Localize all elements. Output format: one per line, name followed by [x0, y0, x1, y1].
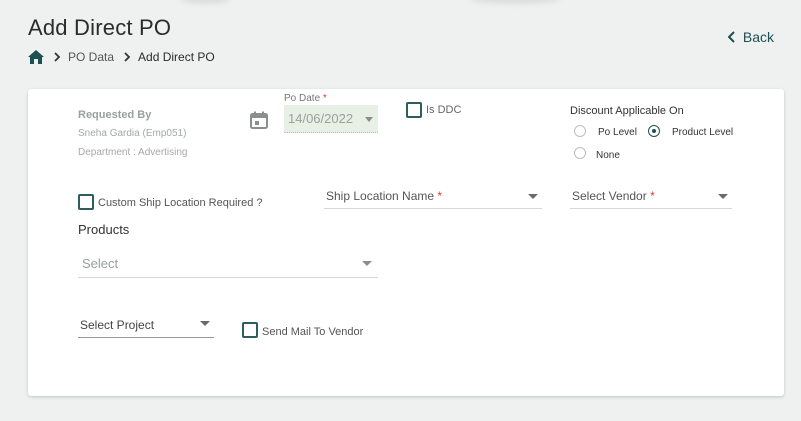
required-mark: *	[650, 189, 655, 203]
custom-ship-location-checkbox[interactable]	[78, 194, 94, 210]
send-mail-checkbox[interactable]	[242, 322, 258, 338]
products-select[interactable]: Select	[78, 249, 378, 278]
po-date-label: Po Date *	[284, 93, 327, 104]
vendor-label: Select Vendor *	[572, 189, 655, 203]
radio-po-level-label: Po Level	[598, 127, 637, 138]
radio-product-level-label: Product Level	[672, 127, 734, 138]
top-shadow-decoration	[470, 0, 560, 4]
is-ddc-checkbox[interactable]	[406, 102, 422, 118]
ship-location-label: Ship Location Name *	[326, 189, 442, 203]
ship-location-label-text: Ship Location Name	[326, 189, 435, 203]
project-label: Select Project	[80, 318, 155, 332]
caret-down-icon	[718, 194, 728, 199]
caret-down-icon	[528, 194, 538, 199]
po-date-label-text: Po Date	[284, 93, 321, 104]
is-ddc-label: Is DDC	[426, 104, 462, 116]
caret-down-icon	[365, 117, 373, 122]
top-shadow-decoration	[180, 0, 230, 4]
caret-down-icon	[200, 321, 210, 326]
required-mark: *	[437, 189, 443, 203]
po-date-field[interactable]: 14/06/2022	[284, 105, 378, 133]
send-mail-label: Send Mail To Vendor	[262, 326, 364, 338]
radio-none-label: None	[596, 150, 620, 161]
chevron-right-icon	[124, 52, 131, 62]
products-placeholder: Select	[82, 256, 119, 271]
products-title: Products	[78, 222, 130, 237]
custom-ship-location-label: Custom Ship Location Required ?	[98, 197, 263, 209]
radio-product-level[interactable]	[648, 125, 660, 137]
required-mark: *	[322, 93, 327, 104]
vendor-select[interactable]: Select Vendor *	[570, 185, 732, 209]
home-icon[interactable]	[28, 50, 44, 64]
vendor-label-text: Select Vendor	[572, 189, 647, 203]
po-form-card: Requested By Sneha Gardia (Emp051) Depar…	[28, 89, 784, 396]
requested-by-department: Department : Advertising	[78, 147, 188, 158]
requested-by-name: Sneha Gardia (Emp051)	[78, 128, 187, 139]
radio-po-level[interactable]	[574, 125, 586, 137]
back-button[interactable]: Back	[727, 29, 774, 45]
po-date-value: 14/06/2022	[288, 111, 354, 126]
calendar-icon[interactable]	[250, 111, 268, 134]
discount-applicable-label: Discount Applicable On	[570, 105, 684, 117]
breadcrumb-item-po-data[interactable]: PO Data	[68, 50, 114, 64]
breadcrumb-item-current: Add Direct PO	[138, 50, 215, 64]
breadcrumb: PO Data Add Direct PO	[28, 50, 215, 64]
ship-location-select[interactable]: Ship Location Name *	[324, 185, 542, 209]
radio-none[interactable]	[574, 147, 586, 159]
chevron-left-icon	[727, 31, 735, 43]
back-label: Back	[742, 29, 774, 45]
project-select[interactable]: Select Project	[78, 315, 214, 338]
requested-by-label: Requested By	[78, 109, 152, 121]
caret-down-icon	[362, 261, 372, 266]
chevron-right-icon	[54, 52, 60, 62]
page-title: Add Direct PO	[28, 15, 172, 40]
